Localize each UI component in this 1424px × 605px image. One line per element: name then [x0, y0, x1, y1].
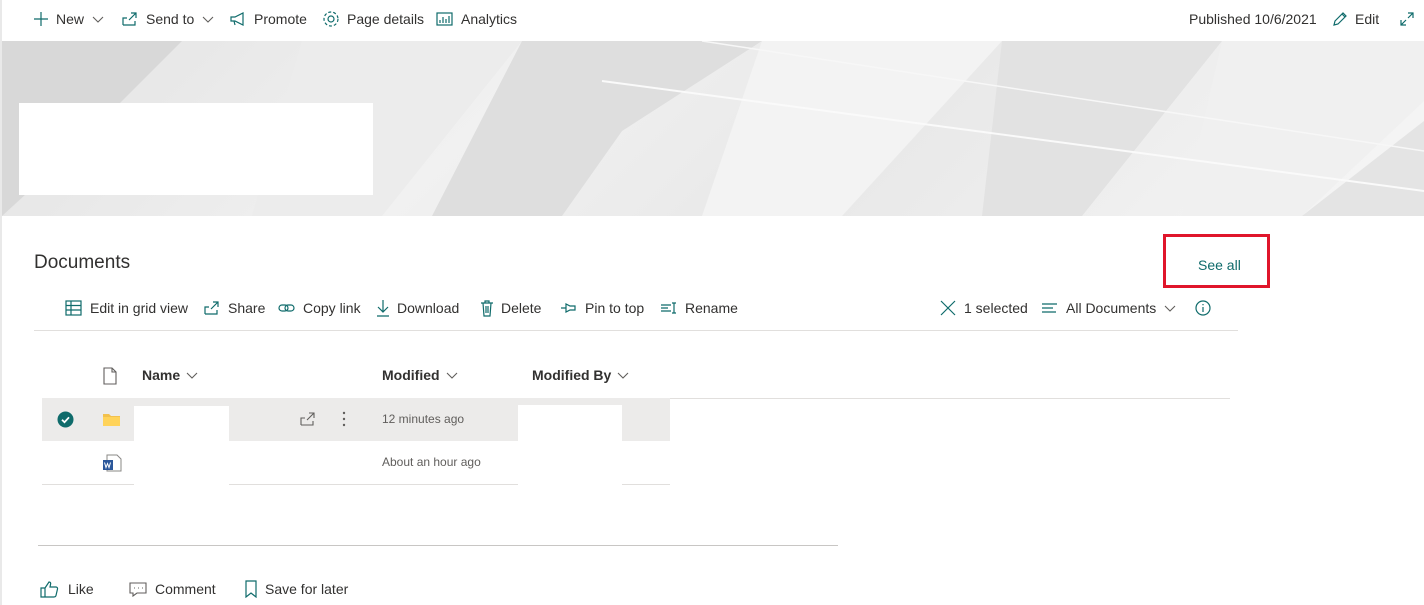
- chevron-down-icon: [1164, 305, 1176, 312]
- row-checkbox[interactable]: [57, 411, 74, 428]
- chevron-down-icon: [446, 372, 457, 379]
- share-icon: [204, 301, 219, 315]
- page-details-label: Page details: [347, 11, 425, 27]
- like-label: Like: [68, 581, 94, 597]
- close-icon: [940, 300, 956, 316]
- published-status: Published 10/6/2021: [1189, 9, 1317, 29]
- row-divider: [42, 484, 134, 485]
- like-button[interactable]: Like: [40, 579, 94, 599]
- rename-label: Rename: [685, 300, 738, 316]
- toolbar-divider: [34, 330, 1238, 331]
- chevron-down-icon: [617, 372, 629, 379]
- command-bar: New Send to Promote Page details Analyti…: [0, 0, 1424, 40]
- send-icon: [122, 12, 137, 26]
- edit-label: Edit: [1355, 11, 1380, 27]
- delete-button[interactable]: Delete: [480, 298, 541, 318]
- document-icon: [103, 367, 117, 385]
- published-label: Published 10/6/2021: [1189, 11, 1317, 27]
- plus-icon: [34, 12, 48, 26]
- copy-link-button[interactable]: Copy link: [278, 298, 361, 318]
- name-column-header[interactable]: Name: [142, 367, 198, 383]
- new-label: New: [56, 11, 85, 27]
- save-for-later-button[interactable]: Save for later: [245, 579, 348, 599]
- share-button[interactable]: Share: [203, 298, 265, 318]
- edit-button[interactable]: Edit: [1332, 9, 1379, 29]
- share-icon: [300, 412, 315, 426]
- megaphone-icon: [230, 12, 244, 26]
- checkmark-circle-icon: [57, 411, 74, 428]
- row-modified: 12 minutes ago: [382, 412, 465, 426]
- edit-grid-label: Edit in grid view: [90, 300, 189, 316]
- bookmark-icon: [245, 580, 257, 598]
- expand-button[interactable]: [1399, 9, 1422, 29]
- row-modified: About an hour ago: [382, 455, 481, 469]
- hero-banner: [2, 41, 1424, 216]
- folder-icon: [102, 412, 121, 427]
- row-more-button[interactable]: [338, 410, 350, 428]
- selected-count: 1 selected: [964, 300, 1028, 316]
- copy-link-label: Copy link: [303, 300, 361, 316]
- info-icon: [1195, 300, 1211, 316]
- modified-column-header[interactable]: Modified: [382, 367, 458, 383]
- trash-icon: [481, 300, 493, 317]
- promote-label: Promote: [254, 11, 307, 27]
- documents-title: Documents: [34, 252, 131, 273]
- view-list-icon: [1042, 303, 1057, 313]
- comment-button[interactable]: Comment: [129, 579, 216, 599]
- file-type-header[interactable]: [102, 367, 118, 385]
- pin-label: Pin to top: [585, 300, 645, 316]
- new-button[interactable]: New: [33, 9, 104, 29]
- info-button[interactable]: [1195, 298, 1218, 318]
- row-divider: [229, 484, 518, 485]
- highlight-box: [1163, 234, 1270, 288]
- analytics-icon: [436, 12, 453, 26]
- thumbs-up-icon: [40, 581, 59, 598]
- save-for-later-label: Save for later: [265, 581, 349, 597]
- download-icon: [377, 300, 389, 317]
- more-vertical-icon: [342, 411, 346, 427]
- page-title-box: [19, 103, 373, 195]
- name-header-label: Name: [142, 367, 181, 383]
- analytics-button[interactable]: Analytics: [436, 9, 517, 29]
- edit-grid-view-button[interactable]: Edit in grid view: [65, 298, 188, 318]
- expand-icon: [1400, 12, 1414, 26]
- link-icon: [278, 304, 295, 312]
- download-button[interactable]: Download: [376, 298, 459, 318]
- modified-by-column-header[interactable]: Modified By: [532, 367, 629, 383]
- view-label: All Documents: [1066, 300, 1157, 316]
- modified-header-label: Modified: [382, 367, 440, 383]
- word-doc-icon: [102, 454, 122, 472]
- pencil-icon: [1333, 12, 1347, 26]
- modified-by-header-label: Modified By: [532, 367, 612, 383]
- gear-icon: [323, 11, 339, 27]
- share-label: Share: [228, 300, 266, 316]
- clear-selection-button[interactable]: 1 selected: [939, 298, 1028, 318]
- pin-icon: [561, 303, 576, 313]
- chevron-down-icon: [186, 372, 198, 379]
- analytics-label: Analytics: [461, 11, 518, 27]
- promote-button[interactable]: Promote: [229, 9, 307, 29]
- rename-icon: [661, 302, 676, 314]
- row-modified-by-cell: [518, 405, 622, 442]
- chevron-down-icon: [92, 16, 104, 23]
- download-label: Download: [397, 300, 460, 316]
- grid-icon: [65, 300, 82, 316]
- comment-label: Comment: [155, 581, 216, 597]
- rename-button[interactable]: Rename: [660, 298, 738, 318]
- row-name-cell[interactable]: [134, 406, 229, 442]
- comment-icon: [129, 582, 147, 597]
- delete-label: Delete: [501, 300, 542, 316]
- chevron-down-icon: [202, 16, 214, 23]
- send-to-label: Send to: [146, 11, 195, 27]
- page-details-button[interactable]: Page details: [322, 9, 424, 29]
- pin-to-top-button[interactable]: Pin to top: [560, 298, 644, 318]
- row-divider: [622, 484, 670, 485]
- view-switcher[interactable]: All Documents: [1041, 298, 1176, 318]
- section-divider: [38, 545, 838, 546]
- row-share-button[interactable]: [299, 411, 317, 427]
- send-to-button[interactable]: Send to: [121, 9, 214, 29]
